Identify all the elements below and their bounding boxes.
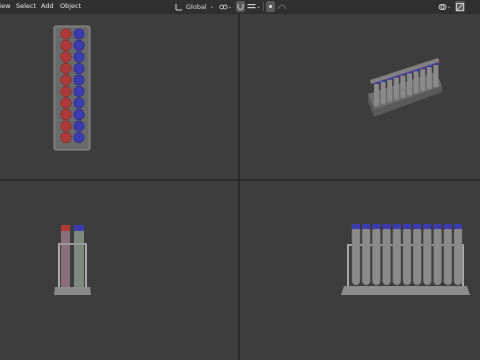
tube-cap-blue: [372, 224, 381, 229]
tube-cap-blue: [423, 224, 432, 229]
tube-cap-blue: [73, 97, 85, 109]
link-icon: [219, 4, 228, 9]
snap-target-dropdown[interactable]: ⌄: [247, 1, 261, 12]
tube-cap-blue: [433, 224, 442, 229]
circle-dot-icon[interactable]: [266, 1, 275, 12]
overlay-icon[interactable]: [437, 1, 447, 12]
tube-body: [392, 226, 402, 286]
tube-body: [382, 226, 391, 286]
orientation-axes-icon: [174, 1, 184, 12]
side-view-scene: [54, 225, 91, 295]
tube-body: [400, 73, 406, 98]
rack-post-left: [347, 244, 349, 288]
rack-post-right: [462, 244, 464, 288]
side-view-viewport[interactable]: [0, 181, 238, 360]
chevron-down-icon: ⌄: [256, 3, 261, 10]
chevron-down-icon: ⌄: [209, 3, 214, 10]
rack-post-left: [58, 243, 60, 287]
snap-group: ⌄: [236, 1, 289, 12]
tube-cap-blue: [413, 224, 422, 229]
tube-row-front: [351, 224, 463, 286]
top-view-scene: [53, 25, 91, 151]
tube-cap-red: [61, 225, 70, 231]
viewport-header: View Select Add Object Global ⌄ ⌄ ⌄: [0, 0, 480, 14]
tube-cap-blue: [73, 39, 85, 51]
tube-cap-blue: [74, 225, 84, 231]
tube-cap-blue: [73, 74, 85, 86]
tube-cap-blue: [73, 62, 85, 74]
rack-rail: [58, 243, 87, 245]
orientation-dropdown[interactable]: Global ⌄: [184, 1, 216, 12]
tube-cap-red: [60, 86, 72, 98]
menu-add[interactable]: Add: [41, 2, 54, 11]
tube-cap-red: [60, 28, 72, 40]
tube-cap-red: [60, 62, 72, 74]
tube-cap-red: [60, 74, 72, 86]
chevron-down-icon: ⌄: [447, 3, 452, 10]
tube-body: [433, 226, 442, 286]
tube-cap-blue: [352, 224, 360, 229]
tube-body: [420, 67, 426, 92]
tube-body: [407, 71, 412, 96]
tube-cap-red: [60, 120, 72, 132]
orientation-group: Global ⌄ ⌄: [174, 1, 232, 12]
tube-cap-red: [60, 109, 72, 121]
perspective-view-viewport[interactable]: [240, 14, 480, 179]
rack-base-front-view: [341, 286, 470, 295]
tube-body: [351, 226, 361, 286]
tube-cap-blue: [73, 132, 85, 144]
tube-body: [372, 226, 381, 286]
tube-side-red: [61, 228, 70, 290]
tube-body: [412, 226, 422, 286]
rack-post-right: [85, 243, 87, 287]
tube-cap-red: [60, 51, 72, 63]
rack-base-side-view: [54, 287, 91, 295]
tube-body: [423, 226, 432, 286]
tube-body: [393, 75, 399, 100]
orientation-label: Global: [186, 2, 207, 11]
tube-cap-blue: [73, 51, 85, 63]
tube-cap-blue: [73, 109, 85, 121]
overlay-group: ⌄: [437, 1, 466, 12]
tube-body: [361, 226, 371, 286]
tube-cap-blue: [443, 224, 452, 229]
tube-body: [433, 63, 439, 88]
tube-cap-blue: [382, 224, 391, 229]
front-view-scene: [341, 224, 470, 295]
tube-body: [380, 79, 386, 104]
chevron-down-icon: ⌄: [227, 3, 232, 10]
proportional-falloff-icon[interactable]: [275, 1, 289, 12]
tube-cap-red: [60, 39, 72, 51]
menu-object[interactable]: Object: [60, 2, 81, 11]
tube-body: [443, 226, 453, 286]
snap-increment-icon: [247, 4, 256, 9]
tube-cap-blue: [73, 120, 85, 132]
front-view-viewport[interactable]: [240, 181, 480, 360]
tube-cap-red: [60, 132, 72, 144]
tube-body: [402, 226, 412, 286]
pivot-point-button[interactable]: ⌄: [219, 1, 232, 12]
tube-body: [413, 69, 419, 94]
tube-side-blue: [74, 228, 84, 290]
tube-cap-blue: [73, 28, 85, 40]
menu-select[interactable]: Select: [16, 2, 36, 11]
tube-cap-blue: [73, 86, 85, 98]
xray-icon[interactable]: [455, 1, 466, 12]
menu-view[interactable]: View: [0, 2, 10, 11]
magnet-icon[interactable]: [236, 1, 245, 12]
tube-body: [453, 226, 463, 286]
tube-cap-blue: [392, 224, 401, 229]
tube-cap-blue: [403, 224, 411, 229]
top-view-viewport[interactable]: [0, 14, 238, 179]
tube-body: [426, 65, 432, 90]
tube-cap-red: [60, 97, 72, 109]
tube-cap-blue: [362, 224, 371, 229]
perspective-scene: [368, 58, 442, 117]
separator: [263, 2, 264, 11]
tube-body: [387, 77, 393, 102]
tube-cap-blue: [454, 224, 462, 229]
tube-body: [374, 82, 379, 106]
